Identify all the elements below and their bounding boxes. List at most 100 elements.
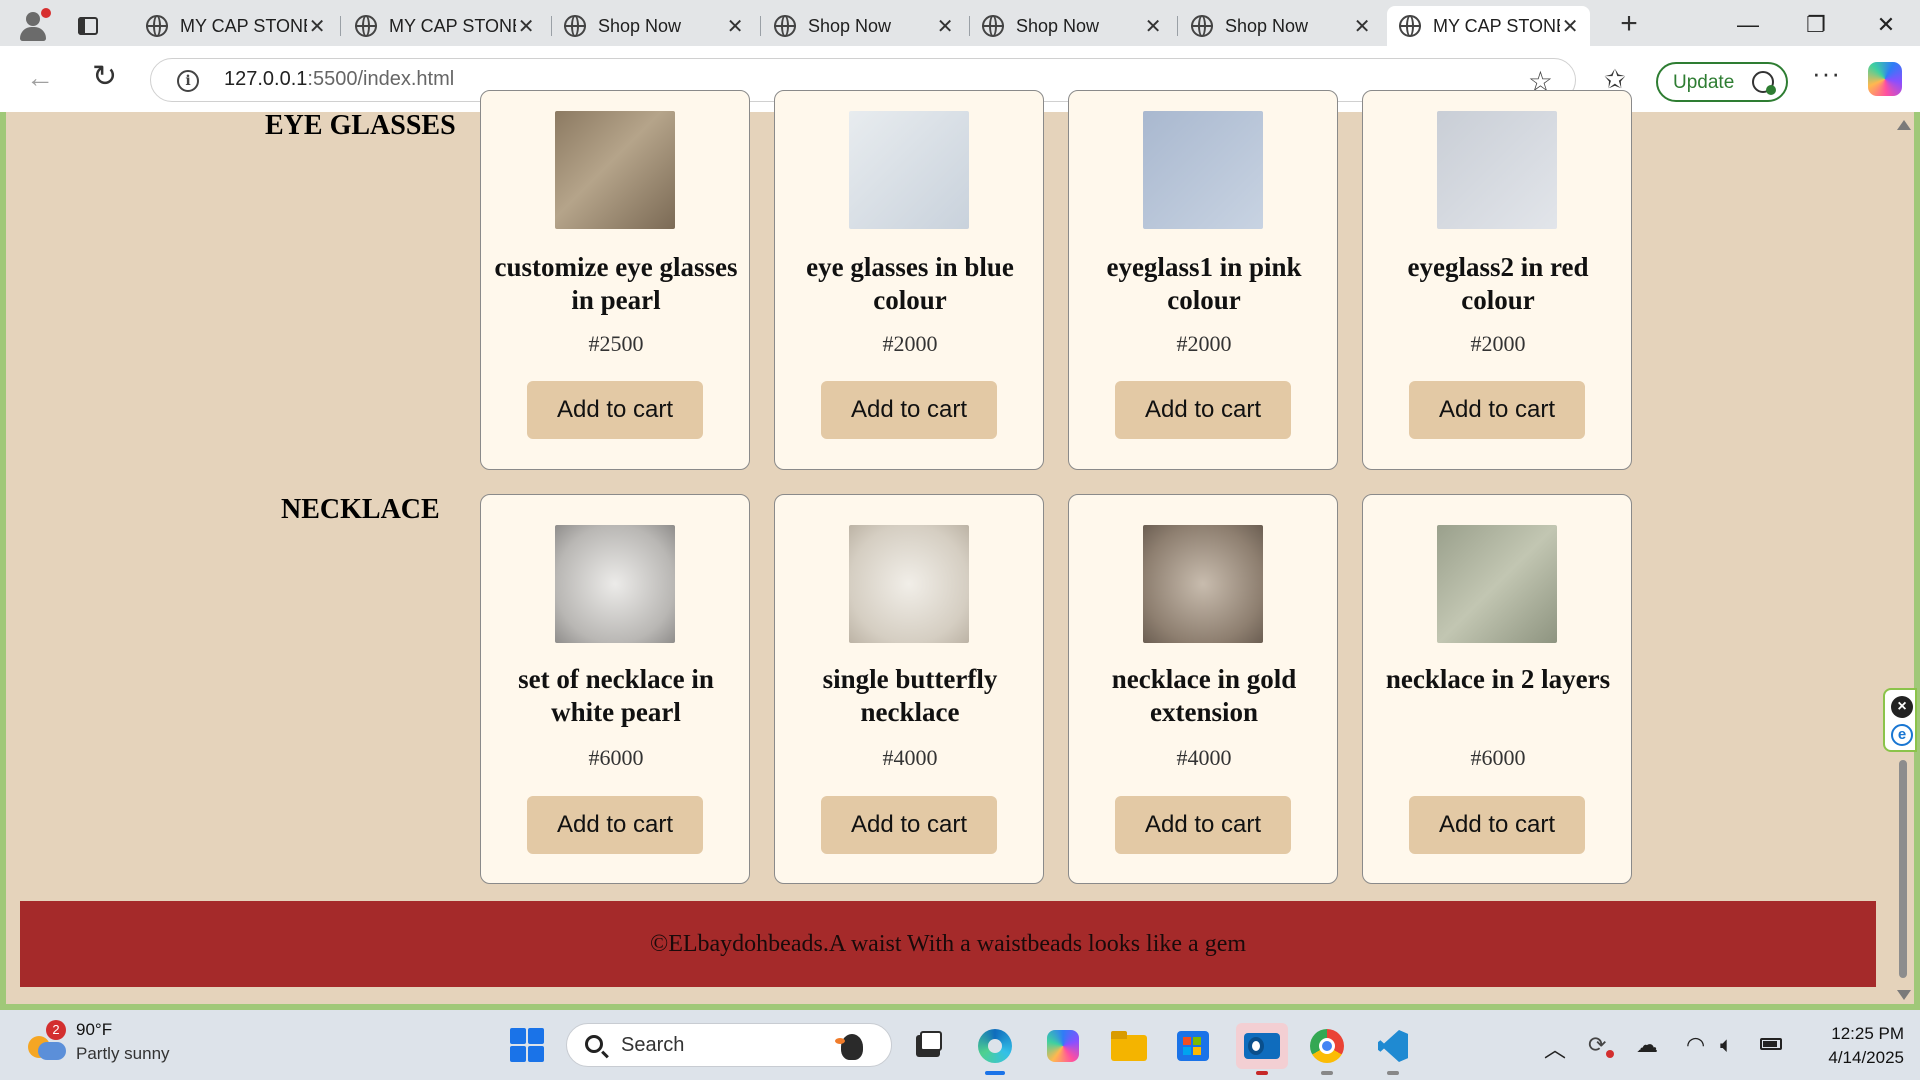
browser-tab[interactable]: MY CAP STONE ✕ bbox=[134, 6, 337, 46]
section-label-necklace: NECKLACE bbox=[281, 494, 440, 525]
add-to-cart-button[interactable]: Add to cart bbox=[1115, 381, 1291, 439]
tab-bar: MY CAP STONE ✕ MY CAP STONE ✕ Shop Now ✕… bbox=[0, 0, 1920, 52]
product-card: single butterfly necklace #4000 Add to c… bbox=[774, 494, 1044, 884]
add-to-cart-button[interactable]: Add to cart bbox=[527, 381, 703, 439]
sync-icon[interactable]: ⟳ bbox=[1588, 1032, 1606, 1058]
weather-condition[interactable]: Partly sunny bbox=[76, 1044, 170, 1064]
product-image[interactable] bbox=[1143, 111, 1263, 229]
product-card: eyeglass2 in red colour #2000 Add to car… bbox=[1362, 90, 1632, 470]
tab-close-icon[interactable]: ✕ bbox=[1352, 14, 1372, 39]
wifi-icon[interactable]: ◠ bbox=[1686, 1032, 1705, 1058]
product-name: necklace in gold extension bbox=[1111, 664, 1297, 727]
product-name: customize eye glasses in pearl bbox=[494, 252, 738, 315]
browser-tab[interactable]: Shop Now ✕ bbox=[762, 6, 965, 46]
globe-icon bbox=[146, 15, 168, 37]
task-view-icon[interactable] bbox=[906, 1023, 952, 1069]
add-to-cart-button[interactable]: Add to cart bbox=[821, 381, 997, 439]
search-icon bbox=[585, 1035, 603, 1053]
copilot-icon[interactable] bbox=[1868, 62, 1902, 96]
product-image[interactable] bbox=[849, 525, 969, 643]
tab-actions-icon[interactable] bbox=[74, 12, 102, 40]
browser-tab[interactable]: Shop Now ✕ bbox=[552, 6, 755, 46]
browser-tab[interactable]: Shop Now ✕ bbox=[970, 6, 1173, 46]
reload-icon[interactable]: ↻ bbox=[92, 62, 117, 92]
product-image[interactable] bbox=[1437, 525, 1557, 643]
tab-title: Shop Now bbox=[598, 15, 682, 36]
add-to-cart-button[interactable]: Add to cart bbox=[527, 796, 703, 854]
add-to-cart-button[interactable]: Add to cart bbox=[1409, 381, 1585, 439]
chrome-icon[interactable] bbox=[1304, 1023, 1350, 1075]
product-price: #2000 bbox=[1176, 331, 1232, 356]
show-hidden-icons-chevron-icon[interactable]: ︿ bbox=[1544, 1032, 1566, 1064]
copilot-app-icon[interactable] bbox=[1040, 1023, 1086, 1069]
weather-badge: 2 bbox=[46, 1020, 66, 1040]
vscode-icon[interactable] bbox=[1370, 1023, 1416, 1075]
section-label-eye-glasses: EYE GLASSES bbox=[265, 110, 456, 141]
side-extension-widget: × e bbox=[1883, 688, 1917, 752]
extension-e-icon[interactable]: e bbox=[1891, 724, 1913, 746]
product-image[interactable] bbox=[1143, 525, 1263, 643]
product-price: #2000 bbox=[1470, 331, 1526, 356]
outlook-icon[interactable] bbox=[1236, 1023, 1288, 1075]
tab-close-icon[interactable]: ✕ bbox=[725, 14, 745, 39]
tab-title: MY CAP STONE bbox=[389, 15, 517, 36]
globe-icon bbox=[982, 15, 1004, 37]
edge-browser-icon[interactable] bbox=[972, 1023, 1018, 1075]
taskbar-search[interactable]: Search bbox=[566, 1023, 892, 1067]
tab-close-icon[interactable]: ✕ bbox=[307, 14, 327, 39]
product-image[interactable] bbox=[1437, 111, 1557, 229]
browser-tab-active[interactable]: MY CAP STONE ✕ bbox=[1387, 6, 1590, 46]
add-to-cart-button[interactable]: Add to cart bbox=[1409, 796, 1585, 854]
url-path: :5500/index.html bbox=[307, 68, 455, 90]
add-to-cart-button[interactable]: Add to cart bbox=[1115, 796, 1291, 854]
product-price: #2500 bbox=[588, 331, 644, 356]
update-button[interactable]: Update bbox=[1656, 62, 1788, 102]
back-arrow-icon[interactable]: ← bbox=[26, 64, 54, 92]
clock-time: 12:25 PM bbox=[1831, 1024, 1904, 1043]
profile-avatar-icon[interactable] bbox=[14, 8, 52, 44]
tab-close-icon[interactable]: ✕ bbox=[1143, 14, 1163, 39]
globe-icon bbox=[355, 15, 377, 37]
tab-close-icon[interactable]: ✕ bbox=[935, 14, 955, 39]
tab-title: Shop Now bbox=[1225, 15, 1309, 36]
globe-icon bbox=[1399, 15, 1421, 37]
product-card: eye glasses in blue colour #2000 Add to … bbox=[774, 90, 1044, 470]
minimize-button[interactable]: — bbox=[1728, 10, 1768, 40]
tab-close-icon[interactable]: ✕ bbox=[1560, 14, 1580, 39]
url-host: 127.0.0.1 bbox=[224, 68, 308, 90]
tab-close-icon[interactable]: ✕ bbox=[516, 14, 536, 39]
start-menu-icon[interactable] bbox=[510, 1028, 544, 1062]
update-heart-icon bbox=[1752, 71, 1776, 95]
browser-tab[interactable]: MY CAP STONE ✕ bbox=[343, 6, 546, 46]
battery-icon[interactable] bbox=[1760, 1038, 1782, 1050]
product-name: eye glasses in blue colour bbox=[806, 252, 1014, 315]
taskbar-clock[interactable]: 12:25 PM 4/14/2025 bbox=[1804, 1022, 1904, 1070]
close-window-button[interactable]: ✕ bbox=[1866, 10, 1906, 40]
product-price: #2000 bbox=[882, 331, 938, 356]
volume-icon[interactable]: 🔈︎ bbox=[1720, 1032, 1733, 1058]
search-highlight-puffin-icon bbox=[833, 1030, 871, 1062]
site-info-icon[interactable]: i bbox=[177, 70, 199, 92]
page-scrollbar[interactable] bbox=[1894, 112, 1912, 1002]
scroll-down-icon[interactable] bbox=[1897, 990, 1911, 1000]
more-options-icon[interactable]: ··· bbox=[1812, 58, 1841, 89]
add-to-cart-button[interactable]: Add to cart bbox=[821, 796, 997, 854]
scroll-thumb[interactable] bbox=[1899, 760, 1907, 978]
file-explorer-icon[interactable] bbox=[1106, 1023, 1152, 1069]
cloud-offline-icon[interactable]: ☁ bbox=[1636, 1032, 1658, 1058]
new-tab-button[interactable]: + bbox=[1614, 9, 1644, 40]
product-price: #6000 bbox=[1470, 745, 1526, 770]
product-image[interactable] bbox=[555, 111, 675, 229]
update-label: Update bbox=[1673, 72, 1735, 93]
restore-button[interactable]: ❐ bbox=[1796, 10, 1836, 40]
browser-tab[interactable]: Shop Now ✕ bbox=[1179, 6, 1382, 46]
tab-title: MY CAP STONE bbox=[1433, 15, 1561, 36]
scroll-up-icon[interactable] bbox=[1897, 120, 1911, 130]
close-circle-icon[interactable]: × bbox=[1891, 696, 1913, 718]
weather-temp[interactable]: 90°F bbox=[76, 1020, 112, 1040]
product-card: necklace in 2 layers #6000 Add to cart bbox=[1362, 494, 1632, 884]
microsoft-store-icon[interactable] bbox=[1170, 1023, 1216, 1069]
product-image[interactable] bbox=[849, 111, 969, 229]
product-image[interactable] bbox=[555, 525, 675, 643]
page-footer: ©ELbaydohbeads.A waist With a waistbeads… bbox=[20, 901, 1876, 987]
